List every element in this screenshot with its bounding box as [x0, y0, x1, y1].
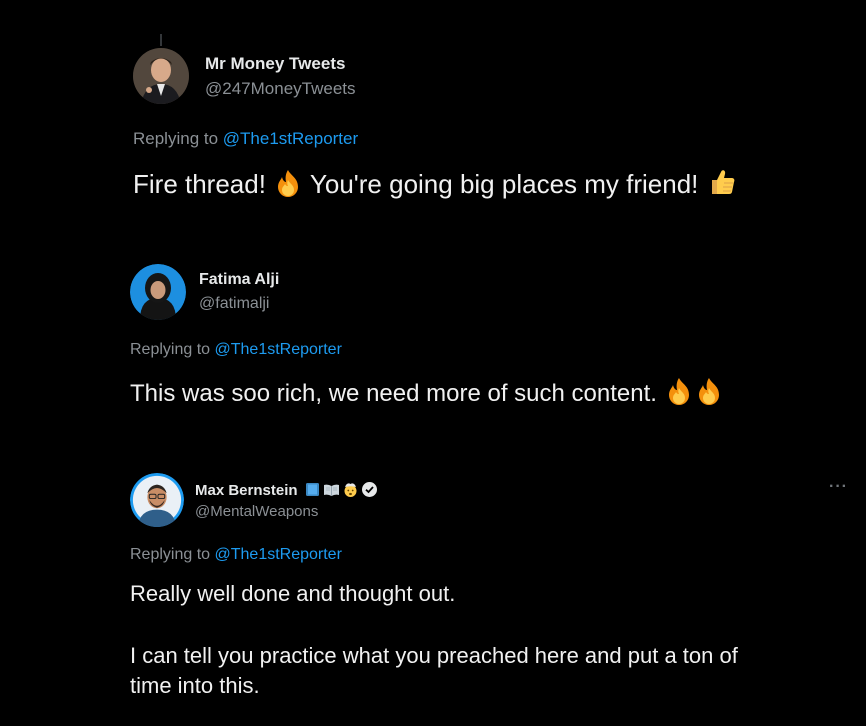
- avatar[interactable]: [133, 48, 189, 104]
- display-name[interactable]: Fatima Alji: [199, 271, 279, 289]
- avatar[interactable]: [130, 473, 184, 527]
- blue-book-emoji: [304, 481, 321, 502]
- fire-emoji: [273, 168, 303, 198]
- mention-link[interactable]: @The1stReporter: [215, 546, 342, 563]
- verified-badge-icon: [361, 481, 378, 502]
- thumbs-up-emoji: [706, 166, 738, 198]
- tweet-text-line: Really well done and thought out.: [130, 581, 456, 606]
- reply-tweet[interactable]: Mr Money Tweets @247MoneyTweets Replying…: [0, 0, 866, 230]
- display-name[interactable]: Max Bernstein: [195, 481, 378, 502]
- tweet-text-line: time into this.: [130, 673, 260, 698]
- mention-link[interactable]: @The1stReporter: [223, 129, 358, 148]
- replying-to-label: Replying to: [130, 546, 215, 563]
- reply-tweet[interactable]: Max Bernstein @MentalWeapons ··· Replyin…: [0, 450, 866, 726]
- user-handle[interactable]: @MentalWeapons: [195, 503, 318, 520]
- replying-to-label: Replying to: [130, 341, 215, 358]
- avatar[interactable]: [130, 264, 186, 320]
- tweet-text-line: I can tell you practice what you preache…: [130, 643, 738, 668]
- exploding-head-emoji: [342, 481, 359, 502]
- display-name-text[interactable]: Max Bernstein: [195, 482, 298, 499]
- user-handle[interactable]: @247MoneyTweets: [205, 79, 356, 99]
- display-name[interactable]: Mr Money Tweets: [205, 54, 345, 74]
- reply-tweet[interactable]: Fatima Alji @fatimalji Replying to @The1…: [0, 240, 866, 440]
- fire-emoji: [664, 376, 694, 406]
- tweet-text: Fire thread! You're going big places my …: [133, 166, 738, 200]
- mention-link[interactable]: @The1stReporter: [215, 341, 342, 358]
- replying-to-line: Replying to @The1stReporter: [130, 546, 342, 564]
- replying-to-line: Replying to @The1stReporter: [133, 129, 358, 149]
- user-handle[interactable]: @fatimalji: [199, 295, 269, 313]
- fire-emoji: [694, 376, 724, 406]
- tweet-text-part: You're going big places my friend!: [303, 169, 706, 199]
- tweet-text-part: Fire thread!: [133, 169, 274, 199]
- open-book-emoji: [323, 481, 340, 502]
- replying-to-label: Replying to: [133, 129, 223, 148]
- tweet-text-part: This was soo rich, we need more of such …: [130, 380, 664, 407]
- more-options-icon[interactable]: ···: [829, 478, 848, 496]
- tweet-text: This was soo rich, we need more of such …: [130, 376, 724, 408]
- replying-to-line: Replying to @The1stReporter: [130, 341, 342, 359]
